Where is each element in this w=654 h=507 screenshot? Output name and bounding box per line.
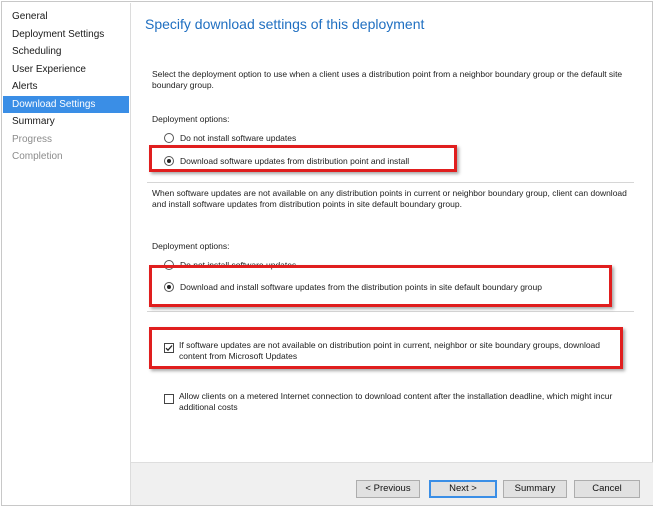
checkbox-allow-metered-connection[interactable]: Allow clients on a metered Internet conn… bbox=[164, 391, 624, 412]
radio-label: Do not install software updates bbox=[180, 260, 297, 270]
radio-button-selected[interactable] bbox=[164, 282, 174, 292]
sidebar-item-alerts[interactable]: Alerts bbox=[3, 78, 129, 96]
radio-label: Download software updates from distribut… bbox=[180, 156, 410, 166]
sidebar-item-deployment-settings[interactable]: Deployment Settings bbox=[3, 26, 129, 44]
sidebar-item-general[interactable]: General bbox=[3, 8, 129, 26]
radio-button[interactable] bbox=[164, 260, 174, 270]
fallback-note-text: When software updates are not available … bbox=[152, 188, 627, 209]
sidebar-item-download-settings[interactable]: Download Settings bbox=[3, 95, 129, 113]
checkbox-label: If software updates are not available on… bbox=[179, 340, 601, 361]
sidebar-item-user-experience[interactable]: User Experience bbox=[3, 61, 129, 79]
sidebar-item-progress: Progress bbox=[12, 133, 53, 145]
page-title: Specify download settings of this deploy… bbox=[145, 16, 425, 32]
cancel-button[interactable]: Cancel bbox=[574, 480, 640, 498]
checkbox-checked[interactable] bbox=[164, 343, 174, 353]
radio-do-not-install-2[interactable]: Do not install software updates bbox=[164, 259, 296, 271]
next-button[interactable]: Next > bbox=[429, 480, 497, 498]
radio-download-from-dp-and-install[interactable]: Download software updates from distribut… bbox=[164, 155, 409, 167]
deployment-options-label-1: Deployment options: bbox=[152, 114, 230, 124]
deployment-options-label-2: Deployment options: bbox=[152, 241, 230, 251]
sidebar-item-completion: Completion bbox=[12, 151, 63, 162]
sidebar-item-scheduling[interactable]: Scheduling bbox=[3, 43, 129, 61]
main-panel: Specify download settings of this deploy… bbox=[130, 3, 653, 505]
checkbox-download-from-microsoft-updates[interactable]: If software updates are not available on… bbox=[164, 340, 624, 361]
checkbox-unchecked[interactable] bbox=[164, 394, 174, 404]
radio-label: Do not install software updates bbox=[180, 133, 297, 143]
wizard-footer: < Previous Next > Summary Cancel bbox=[131, 462, 653, 505]
radio-label: Download and install software updates fr… bbox=[180, 282, 542, 292]
radio-button-selected[interactable] bbox=[164, 156, 174, 166]
summary-button[interactable]: Summary bbox=[503, 480, 567, 498]
divider bbox=[147, 182, 634, 183]
previous-button[interactable]: < Previous bbox=[356, 480, 420, 498]
radio-button[interactable] bbox=[164, 133, 174, 143]
divider bbox=[147, 311, 634, 312]
wizard-sidebar: General Deployment Settings Scheduling U… bbox=[3, 8, 129, 166]
check-icon bbox=[165, 345, 173, 352]
checkbox-label: Allow clients on a metered Internet conn… bbox=[179, 391, 613, 412]
radio-download-from-default-boundary-group[interactable]: Download and install software updates fr… bbox=[164, 281, 542, 293]
sidebar-item-summary[interactable]: Summary bbox=[3, 113, 129, 131]
intro-text: Select the deployment option to use when… bbox=[152, 69, 623, 90]
radio-do-not-install-1[interactable]: Do not install software updates bbox=[164, 132, 296, 144]
